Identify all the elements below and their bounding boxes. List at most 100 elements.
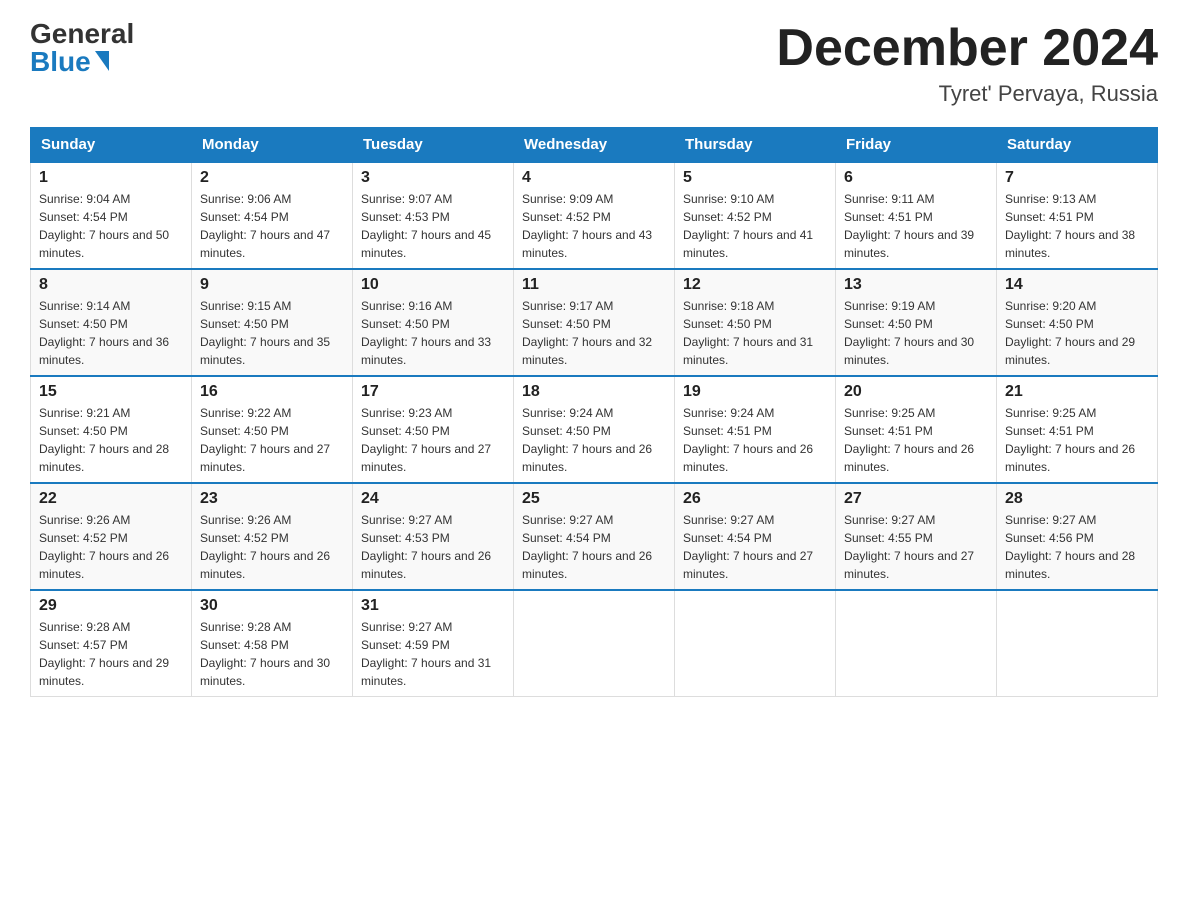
day-number: 11 — [522, 276, 666, 294]
day-number: 2 — [200, 169, 344, 187]
title-block: December 2024 Tyret' Pervaya, Russia — [776, 20, 1158, 107]
calendar-day-cell: 14 Sunrise: 9:20 AMSunset: 4:50 PMDayligh… — [997, 269, 1158, 376]
day-info: Sunrise: 9:27 AMSunset: 4:55 PMDaylight:… — [844, 511, 988, 583]
calendar-day-cell: 10 Sunrise: 9:16 AMSunset: 4:50 PMDayligh… — [353, 269, 514, 376]
day-info: Sunrise: 9:28 AMSunset: 4:58 PMDaylight:… — [200, 618, 344, 690]
calendar-day-cell: 6Sunrise: 9:11 AMSunset: 4:51 PMDaylight… — [836, 162, 997, 269]
calendar-day-cell: 19 Sunrise: 9:24 AMSunset: 4:51 PMDayligh… — [675, 376, 836, 483]
day-info: Sunrise: 9:27 AMSunset: 4:53 PMDaylight:… — [361, 511, 505, 583]
day-info: Sunrise: 9:21 AMSunset: 4:50 PMDaylight:… — [39, 404, 183, 476]
day-info: Sunrise: 9:25 AMSunset: 4:51 PMDaylight:… — [1005, 404, 1149, 476]
day-info: Sunrise: 9:07 AMSunset: 4:53 PMDaylight:… — [361, 190, 505, 262]
calendar-day-cell: 22 Sunrise: 9:26 AMSunset: 4:52 PMDayligh… — [31, 483, 192, 590]
calendar-day-cell: 16 Sunrise: 9:22 AMSunset: 4:50 PMDayligh… — [192, 376, 353, 483]
calendar-day-cell — [514, 590, 675, 697]
calendar-day-cell — [997, 590, 1158, 697]
weekday-header-row: SundayMondayTuesdayWednesdayThursdayFrid… — [31, 128, 1158, 163]
calendar-day-cell: 3 Sunrise: 9:07 AMSunset: 4:53 PMDaylight… — [353, 162, 514, 269]
calendar-table: SundayMondayTuesdayWednesdayThursdayFrid… — [30, 127, 1158, 697]
calendar-day-cell: 8Sunrise: 9:14 AMSunset: 4:50 PMDaylight… — [31, 269, 192, 376]
calendar-day-cell: 9 Sunrise: 9:15 AMSunset: 4:50 PMDaylight… — [192, 269, 353, 376]
calendar-day-cell: 13 Sunrise: 9:19 AMSunset: 4:50 PMDayligh… — [836, 269, 997, 376]
day-info: Sunrise: 9:24 AMSunset: 4:50 PMDaylight:… — [522, 404, 666, 476]
day-number: 10 — [361, 276, 505, 294]
location-title: Tyret' Pervaya, Russia — [776, 81, 1158, 107]
day-number: 21 — [1005, 383, 1149, 401]
calendar-day-cell: 17 Sunrise: 9:23 AMSunset: 4:50 PMDayligh… — [353, 376, 514, 483]
day-info: Sunrise: 9:27 AMSunset: 4:59 PMDaylight:… — [361, 618, 505, 690]
day-info: Sunrise: 9:28 AMSunset: 4:57 PMDaylight:… — [39, 618, 183, 690]
day-number: 9 — [200, 276, 344, 294]
calendar-week-row: 29 Sunrise: 9:28 AMSunset: 4:57 PMDayligh… — [31, 590, 1158, 697]
day-number: 26 — [683, 490, 827, 508]
calendar-week-row: 1Sunrise: 9:04 AMSunset: 4:54 PMDaylight… — [31, 162, 1158, 269]
day-number: 23 — [200, 490, 344, 508]
day-number: 27 — [844, 490, 988, 508]
calendar-day-cell: 21 Sunrise: 9:25 AMSunset: 4:51 PMDayligh… — [997, 376, 1158, 483]
day-info: Sunrise: 9:16 AMSunset: 4:50 PMDaylight:… — [361, 297, 505, 369]
day-number: 19 — [683, 383, 827, 401]
weekday-header-friday: Friday — [836, 128, 997, 163]
calendar-week-row: 8Sunrise: 9:14 AMSunset: 4:50 PMDaylight… — [31, 269, 1158, 376]
day-number: 31 — [361, 597, 505, 615]
day-number: 25 — [522, 490, 666, 508]
day-number: 13 — [844, 276, 988, 294]
calendar-day-cell: 24 Sunrise: 9:27 AMSunset: 4:53 PMDayligh… — [353, 483, 514, 590]
month-title: December 2024 — [776, 20, 1158, 77]
day-number: 17 — [361, 383, 505, 401]
calendar-day-cell: 29 Sunrise: 9:28 AMSunset: 4:57 PMDayligh… — [31, 590, 192, 697]
weekday-header-wednesday: Wednesday — [514, 128, 675, 163]
weekday-header-tuesday: Tuesday — [353, 128, 514, 163]
day-info: Sunrise: 9:22 AMSunset: 4:50 PMDaylight:… — [200, 404, 344, 476]
logo: General Blue — [30, 20, 134, 76]
day-number: 7 — [1005, 169, 1149, 187]
day-number: 16 — [200, 383, 344, 401]
calendar-week-row: 22 Sunrise: 9:26 AMSunset: 4:52 PMDayligh… — [31, 483, 1158, 590]
day-info: Sunrise: 9:20 AMSunset: 4:50 PMDaylight:… — [1005, 297, 1149, 369]
day-number: 5 — [683, 169, 827, 187]
day-info: Sunrise: 9:26 AMSunset: 4:52 PMDaylight:… — [200, 511, 344, 583]
calendar-day-cell: 20Sunrise: 9:25 AMSunset: 4:51 PMDayligh… — [836, 376, 997, 483]
day-info: Sunrise: 9:19 AMSunset: 4:50 PMDaylight:… — [844, 297, 988, 369]
day-number: 30 — [200, 597, 344, 615]
day-info: Sunrise: 9:13 AMSunset: 4:51 PMDaylight:… — [1005, 190, 1149, 262]
day-info: Sunrise: 9:23 AMSunset: 4:50 PMDaylight:… — [361, 404, 505, 476]
calendar-week-row: 15 Sunrise: 9:21 AMSunset: 4:50 PMDayligh… — [31, 376, 1158, 483]
calendar-day-cell: 26 Sunrise: 9:27 AMSunset: 4:54 PMDayligh… — [675, 483, 836, 590]
day-number: 4 — [522, 169, 666, 187]
day-info: Sunrise: 9:27 AMSunset: 4:54 PMDaylight:… — [683, 511, 827, 583]
logo-general-text: General — [30, 20, 134, 48]
weekday-header-sunday: Sunday — [31, 128, 192, 163]
logo-blue-text: Blue — [30, 48, 109, 76]
calendar-day-cell: 12 Sunrise: 9:18 AMSunset: 4:50 PMDayligh… — [675, 269, 836, 376]
day-number: 20 — [844, 383, 988, 401]
day-number: 3 — [361, 169, 505, 187]
day-number: 28 — [1005, 490, 1149, 508]
calendar-day-cell — [836, 590, 997, 697]
day-info: Sunrise: 9:15 AMSunset: 4:50 PMDaylight:… — [200, 297, 344, 369]
day-number: 15 — [39, 383, 183, 401]
day-info: Sunrise: 9:26 AMSunset: 4:52 PMDaylight:… — [39, 511, 183, 583]
calendar-day-cell: 15 Sunrise: 9:21 AMSunset: 4:50 PMDayligh… — [31, 376, 192, 483]
day-number: 8 — [39, 276, 183, 294]
calendar-day-cell: 4 Sunrise: 9:09 AMSunset: 4:52 PMDaylight… — [514, 162, 675, 269]
day-number: 18 — [522, 383, 666, 401]
page-header: General Blue December 2024 Tyret' Pervay… — [30, 20, 1158, 107]
day-number: 1 — [39, 169, 183, 187]
day-info: Sunrise: 9:09 AMSunset: 4:52 PMDaylight:… — [522, 190, 666, 262]
day-number: 24 — [361, 490, 505, 508]
day-number: 12 — [683, 276, 827, 294]
day-info: Sunrise: 9:17 AMSunset: 4:50 PMDaylight:… — [522, 297, 666, 369]
day-info: Sunrise: 9:24 AMSunset: 4:51 PMDaylight:… — [683, 404, 827, 476]
day-info: Sunrise: 9:18 AMSunset: 4:50 PMDaylight:… — [683, 297, 827, 369]
calendar-day-cell: 27 Sunrise: 9:27 AMSunset: 4:55 PMDayligh… — [836, 483, 997, 590]
day-number: 29 — [39, 597, 183, 615]
calendar-day-cell: 1Sunrise: 9:04 AMSunset: 4:54 PMDaylight… — [31, 162, 192, 269]
day-info: Sunrise: 9:06 AMSunset: 4:54 PMDaylight:… — [200, 190, 344, 262]
calendar-day-cell: 11 Sunrise: 9:17 AMSunset: 4:50 PMDayligh… — [514, 269, 675, 376]
day-number: 22 — [39, 490, 183, 508]
day-info: Sunrise: 9:27 AMSunset: 4:54 PMDaylight:… — [522, 511, 666, 583]
day-info: Sunrise: 9:11 AMSunset: 4:51 PMDaylight:… — [844, 190, 988, 262]
day-number: 14 — [1005, 276, 1149, 294]
logo-triangle-icon — [95, 51, 109, 71]
